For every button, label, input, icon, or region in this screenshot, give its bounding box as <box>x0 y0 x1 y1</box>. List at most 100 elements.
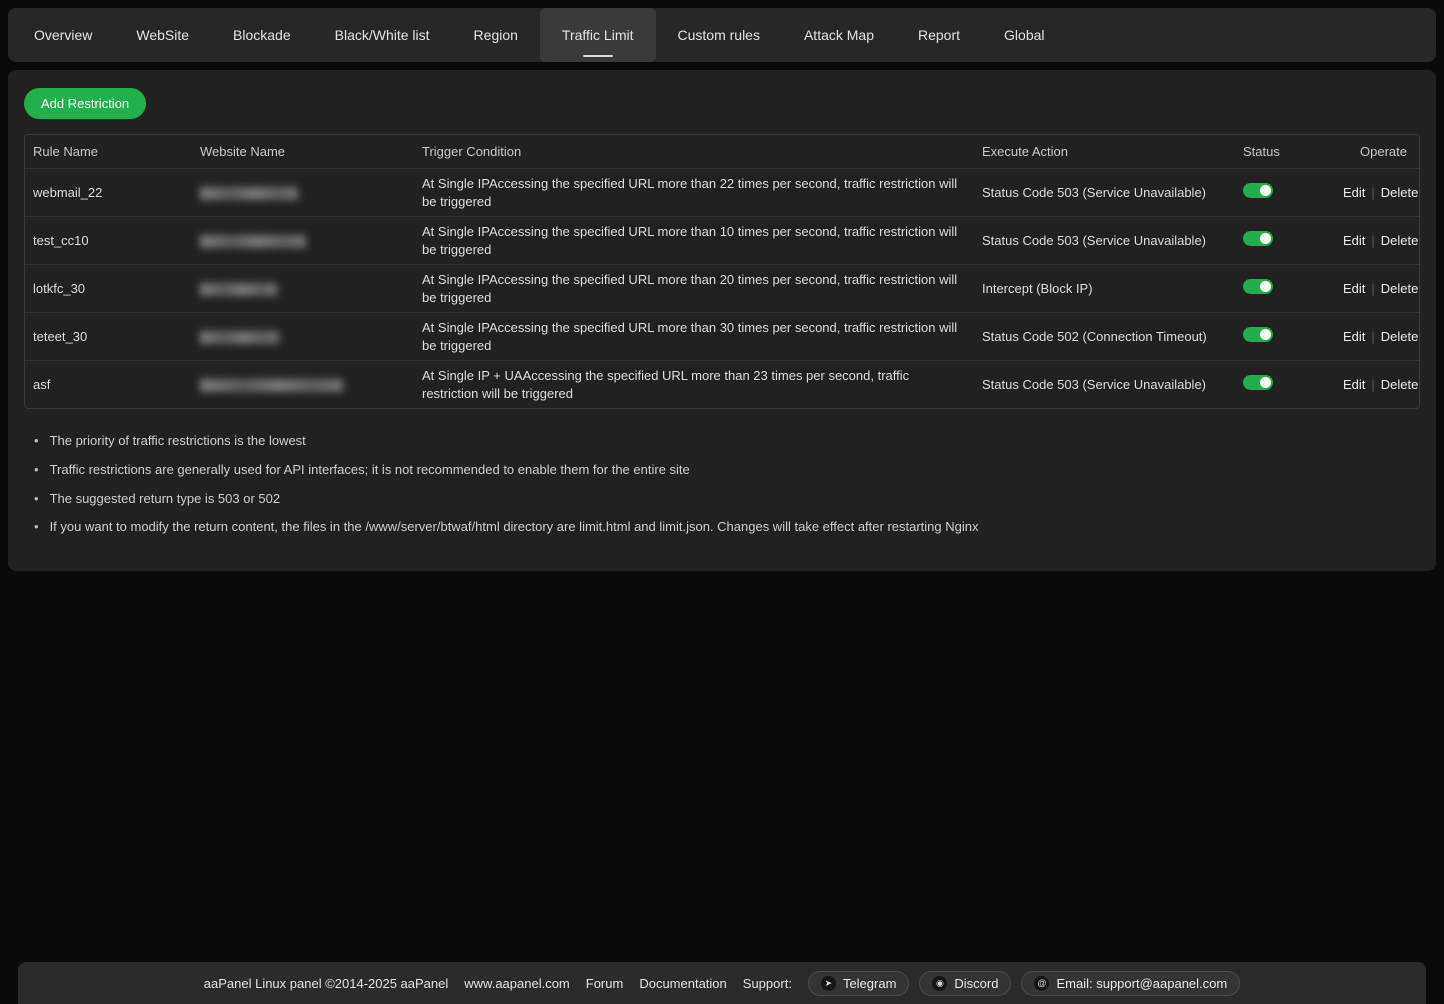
forum-link[interactable]: Forum <box>586 976 624 991</box>
bullet-icon: • <box>34 461 39 479</box>
bullet-icon: • <box>34 432 39 450</box>
header-operate: Operate <box>1335 143 1419 161</box>
edit-link[interactable]: Edit <box>1343 233 1365 248</box>
discord-label: Discord <box>954 976 998 991</box>
tab-blockade[interactable]: Blockade <box>211 8 313 62</box>
rule-name: lotkfc_30 <box>25 280 192 298</box>
execute-action: Status Code 503 (Service Unavailable) <box>974 376 1235 394</box>
table-row: lotkfc_30 At Single IPAccessing the spec… <box>25 264 1419 312</box>
bullet-icon: • <box>34 490 39 508</box>
rule-name: teteet_30 <box>25 328 192 346</box>
discord-icon: ◉ <box>932 976 947 991</box>
status-toggle[interactable] <box>1243 183 1273 198</box>
copyright-text: aaPanel Linux panel ©2014-2025 aaPanel <box>204 976 449 991</box>
note-text: Traffic restrictions are generally used … <box>50 461 690 479</box>
telegram-button[interactable]: ➤ Telegram <box>808 971 909 996</box>
email-button[interactable]: @ Email: support@aapanel.com <box>1021 971 1240 996</box>
header-rule-name: Rule Name <box>25 143 192 161</box>
table-row: webmail_22 At Single IPAccessing the spe… <box>25 168 1419 216</box>
status-cell <box>1235 327 1335 347</box>
footer-bar: aaPanel Linux panel ©2014-2025 aaPanel w… <box>18 962 1426 1004</box>
edit-link[interactable]: Edit <box>1343 329 1365 344</box>
website-name-redacted <box>192 328 414 346</box>
edit-link[interactable]: Edit <box>1343 281 1365 296</box>
tab-custom-rules[interactable]: Custom rules <box>656 8 782 62</box>
status-toggle[interactable] <box>1243 375 1273 390</box>
edit-link[interactable]: Edit <box>1343 377 1365 392</box>
tab-attack-map[interactable]: Attack Map <box>782 8 896 62</box>
site-link[interactable]: www.aapanel.com <box>464 976 570 991</box>
note-item: • The priority of traffic restrictions is… <box>34 432 1420 450</box>
restriction-table: Rule Name Website Name Trigger Condition… <box>24 134 1420 409</box>
delete-link[interactable]: Delete <box>1381 377 1419 392</box>
tab-report[interactable]: Report <box>896 8 982 62</box>
operate-divider: | <box>1371 377 1374 392</box>
delete-link[interactable]: Delete <box>1381 281 1419 296</box>
status-cell <box>1235 231 1335 251</box>
traffic-limit-panel: Add Restriction Rule Name Website Name T… <box>8 70 1436 571</box>
header-website-name: Website Name <box>192 143 414 161</box>
operate-cell: Edit|Delete <box>1335 232 1420 250</box>
support-buttons: ➤ Telegram ◉ Discord @ Email: support@aa… <box>808 971 1240 996</box>
trigger-condition: At Single IPAccessing the specified URL … <box>414 175 974 210</box>
status-cell <box>1235 375 1335 395</box>
delete-link[interactable]: Delete <box>1381 233 1419 248</box>
rule-name: asf <box>25 376 192 394</box>
discord-button[interactable]: ◉ Discord <box>919 971 1011 996</box>
execute-action: Status Code 503 (Service Unavailable) <box>974 184 1235 202</box>
telegram-icon: ➤ <box>821 976 836 991</box>
table-header-row: Rule Name Website Name Trigger Condition… <box>25 135 1419 168</box>
telegram-label: Telegram <box>843 976 896 991</box>
header-trigger-condition: Trigger Condition <box>414 143 974 161</box>
delete-link[interactable]: Delete <box>1381 185 1419 200</box>
table-body: webmail_22 At Single IPAccessing the spe… <box>25 168 1419 408</box>
header-status: Status <box>1235 143 1335 161</box>
table-row: asf At Single IP + UAAccessing the speci… <box>25 360 1419 408</box>
status-toggle[interactable] <box>1243 231 1273 246</box>
top-nav: Overview WebSite Blockade Black/White li… <box>8 8 1436 62</box>
note-item: • Traffic restrictions are generally used… <box>34 461 1420 479</box>
website-name-redacted <box>192 376 414 394</box>
website-name-redacted <box>192 184 414 202</box>
tab-overview[interactable]: Overview <box>12 8 114 62</box>
note-item: •The suggested return type is 503 or 502 <box>34 490 1420 508</box>
tab-black-white-list[interactable]: Black/White list <box>313 8 452 62</box>
operate-divider: | <box>1371 329 1374 344</box>
status-cell <box>1235 279 1335 299</box>
execute-action: Status Code 503 (Service Unavailable) <box>974 232 1235 250</box>
status-toggle[interactable] <box>1243 327 1273 342</box>
bullet-icon: • <box>34 518 39 536</box>
tab-website[interactable]: WebSite <box>114 8 211 62</box>
support-label: Support: <box>743 976 792 991</box>
blurred-website-name <box>200 379 343 392</box>
trigger-condition: At Single IPAccessing the specified URL … <box>414 271 974 306</box>
execute-action: Intercept (Block IP) <box>974 280 1235 298</box>
operate-cell: Edit | Delete <box>1335 376 1420 394</box>
blurred-website-name <box>200 331 279 344</box>
tab-region[interactable]: Region <box>452 8 540 62</box>
status-toggle[interactable] <box>1243 279 1273 294</box>
operate-cell: Edit | Delete <box>1335 280 1420 298</box>
notes-list: • The priority of traffic restrictions is… <box>24 432 1420 535</box>
blurred-website-name <box>200 283 277 296</box>
operate-divider: | <box>1371 185 1374 200</box>
add-restriction-button[interactable]: Add Restriction <box>24 88 146 119</box>
note-text: The priority of traffic restrictions is … <box>50 432 306 450</box>
email-label: Email: support@aapanel.com <box>1056 976 1227 991</box>
table-row: test_cc10 At Single IPAccessing the spec… <box>25 216 1419 264</box>
delete-link[interactable]: Delete <box>1381 329 1419 344</box>
trigger-condition: At Single IPAccessing the specified URL … <box>414 319 974 354</box>
operate-divider: | <box>1371 281 1374 296</box>
tab-global[interactable]: Global <box>982 8 1066 62</box>
note-text: If you want to modify the return content… <box>50 518 979 536</box>
edit-link[interactable]: Edit <box>1343 185 1365 200</box>
trigger-condition: At Single IPAccessing the specified URL … <box>414 223 974 258</box>
trigger-condition: At Single IP + UAAccessing the specified… <box>414 367 974 402</box>
execute-action: Status Code 502 (Connection Timeout) <box>974 328 1235 346</box>
blurred-website-name <box>200 235 306 248</box>
operate-cell: Edit | Delete <box>1335 184 1420 202</box>
tab-traffic-limit[interactable]: Traffic Limit <box>540 8 656 62</box>
docs-link[interactable]: Documentation <box>639 976 726 991</box>
operate-cell: Edit | Delete <box>1335 328 1420 346</box>
email-icon: @ <box>1034 976 1049 991</box>
